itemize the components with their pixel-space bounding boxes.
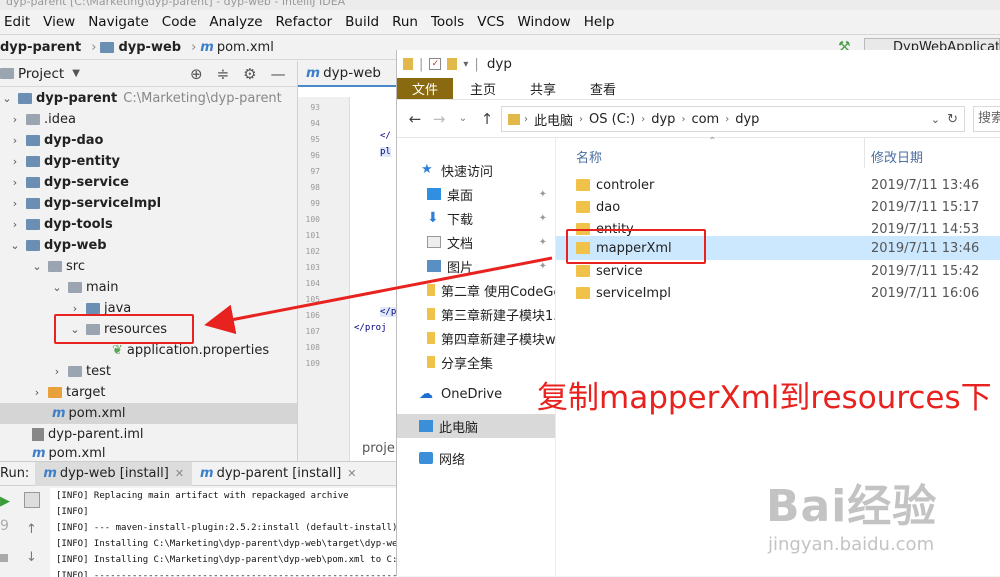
watermark-url: jingyan.baidu.com [768, 534, 935, 555]
annotation-text: 复制mapperXml到resources下 [537, 380, 992, 416]
copy-arrow [204, 256, 553, 335]
baidu-watermark: Bai经验 jingyan.baidu.com [766, 470, 996, 574]
watermark-brand: Bai经验 [766, 481, 938, 532]
